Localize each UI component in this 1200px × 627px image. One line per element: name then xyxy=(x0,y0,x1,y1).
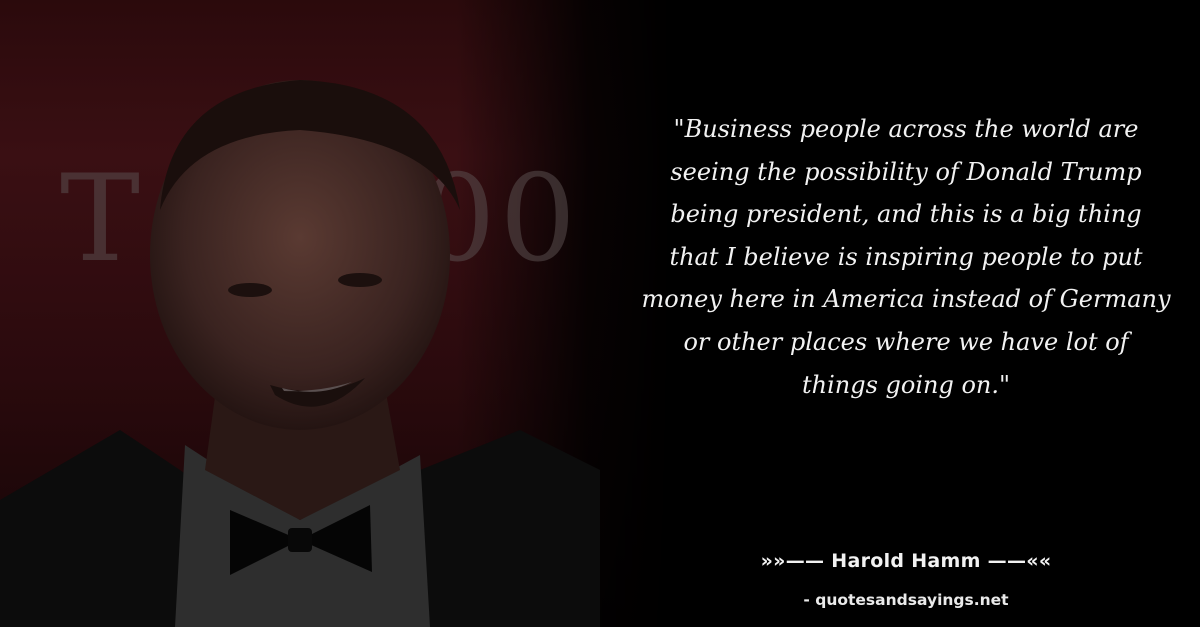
quote-line: money here in America instead of Germany xyxy=(641,285,1171,314)
quote-line: that I believe is inspiring people to pu… xyxy=(669,242,1143,271)
quote-author: »»—— Harold Hamm ——«« xyxy=(760,550,1052,572)
quote-line: seeing the possibility of Donald Trump xyxy=(670,157,1142,186)
quote-line: or other places where we have lot of xyxy=(683,327,1129,356)
quote-text: "Business people across the world are se… xyxy=(612,108,1200,406)
quote-line: being president, and this is a big thing xyxy=(670,200,1142,229)
source-attribution: - quotesandsayings.net xyxy=(803,591,1009,609)
person-silhouette xyxy=(0,80,600,627)
quote-line: "Business people across the world are xyxy=(673,115,1139,143)
quote-line: things going on." xyxy=(801,370,1011,399)
